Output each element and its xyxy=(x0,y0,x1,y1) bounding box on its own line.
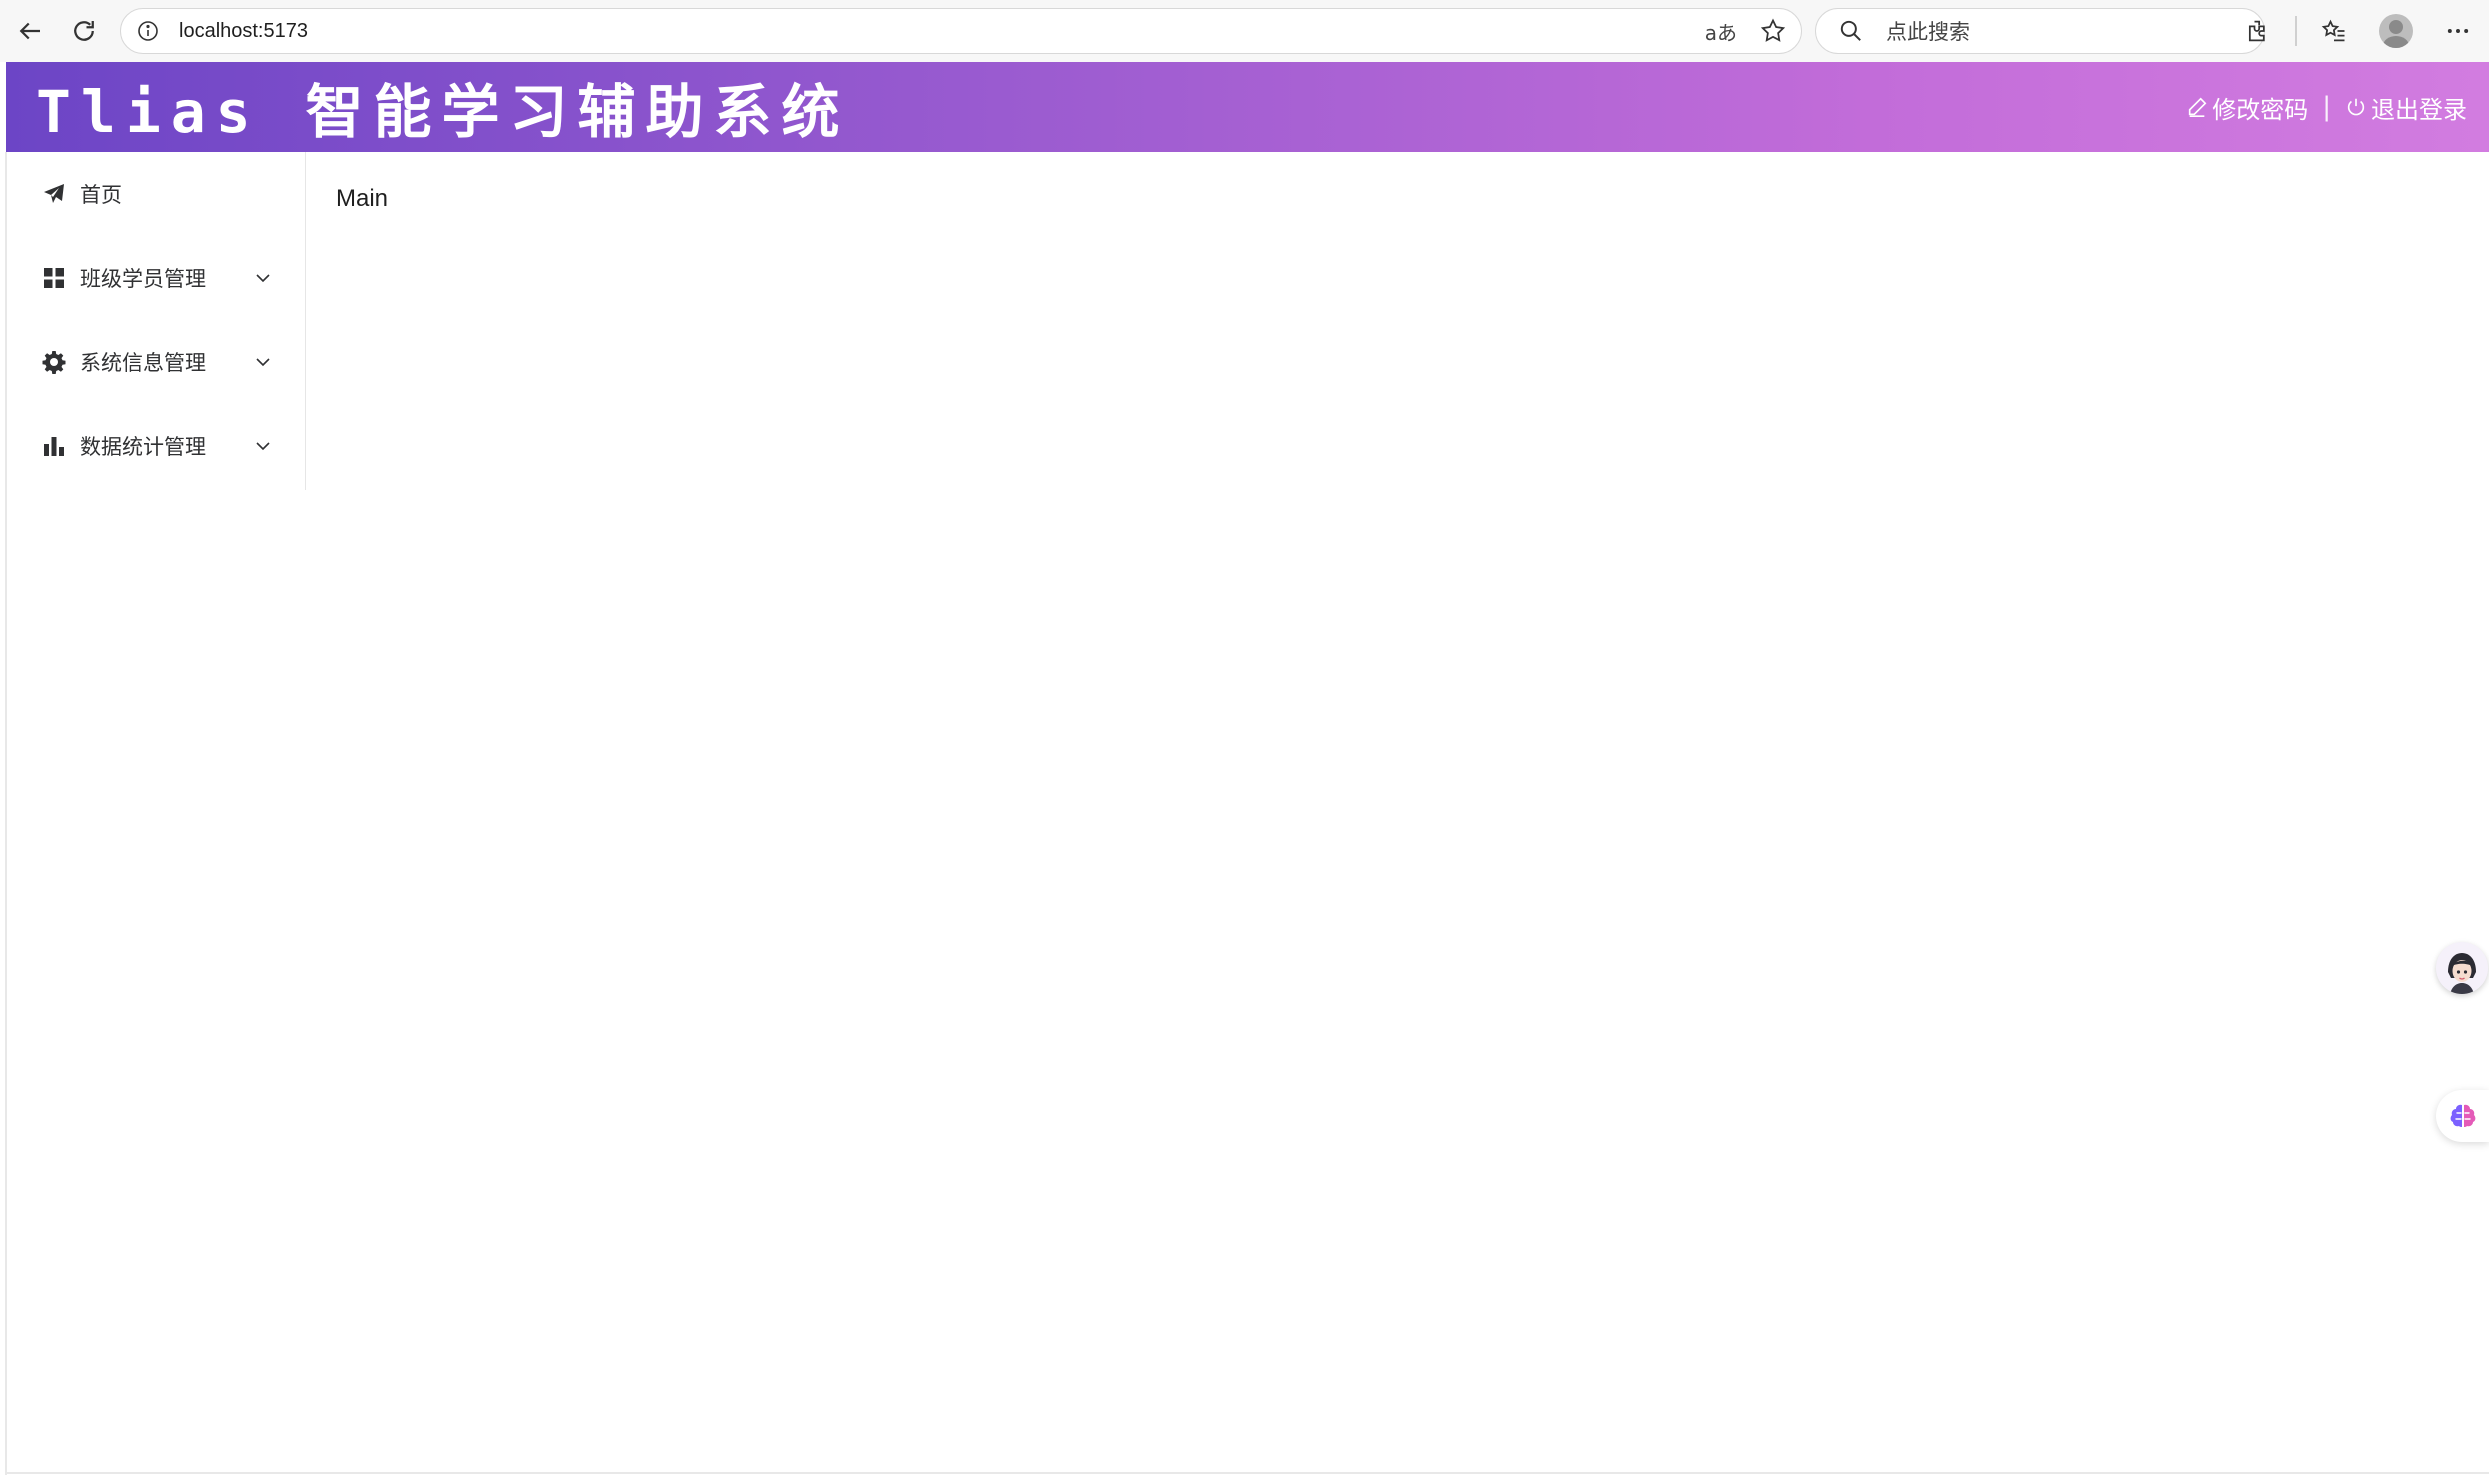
sidebar-item-label: 系统信息管理 xyxy=(80,351,206,375)
app-header: Tlias 智能学习辅助系统 修改密码 | 退出登录 xyxy=(6,62,2489,152)
header-separator: | xyxy=(2322,92,2331,122)
toolbar-divider xyxy=(2295,16,2297,46)
sidebar-item-class-student-management[interactable]: 班级学员管理 xyxy=(6,236,305,320)
extensions-button[interactable] xyxy=(2227,0,2289,62)
sidebar-menu: 首页 班级学员管理 系统信息管理 数据统计管理 xyxy=(6,152,306,490)
assistant-avatar-button[interactable] xyxy=(2436,942,2488,994)
favorites-list-icon xyxy=(2321,19,2345,42)
back-arrow-icon xyxy=(19,22,40,40)
page-border-left xyxy=(5,152,7,1475)
address-url[interactable]: localhost:5173 xyxy=(179,20,308,43)
more-menu-button[interactable] xyxy=(2427,0,2489,62)
more-dots-icon xyxy=(2447,29,2469,33)
profile-avatar xyxy=(2379,14,2413,48)
reload-button[interactable] xyxy=(62,9,106,53)
sidebar-item-label: 首页 xyxy=(80,183,122,207)
reload-icon xyxy=(74,21,94,41)
back-button[interactable] xyxy=(8,9,52,53)
address-bar[interactable]: localhost:5173 aあ xyxy=(120,8,1802,54)
translate-icon[interactable]: aあ xyxy=(1705,17,1737,46)
browser-search-box[interactable]: 点此搜索 xyxy=(1815,8,2265,54)
gear-icon xyxy=(42,350,66,374)
search-icon xyxy=(1840,20,1861,41)
edit-pen-icon xyxy=(2189,97,2207,117)
sidebar-item-label: 数据统计管理 xyxy=(80,435,206,459)
favorite-star-icon[interactable] xyxy=(1759,17,1787,45)
assistant-avatar-icon xyxy=(2436,942,2488,994)
chevron-down-icon xyxy=(256,358,270,367)
main-content-text: Main xyxy=(336,185,389,212)
power-icon xyxy=(2347,98,2365,116)
search-placeholder: 点此搜索 xyxy=(1886,20,1970,44)
sidebar-item-label: 班级学员管理 xyxy=(80,267,206,291)
bar-chart-icon xyxy=(42,434,66,458)
change-password-button[interactable]: 修改密码 xyxy=(2186,90,2308,125)
grid-icon xyxy=(42,266,66,290)
chevron-down-icon xyxy=(256,442,270,451)
ai-brain-button[interactable] xyxy=(2436,1090,2489,1142)
sidebar-item-home[interactable]: 首页 xyxy=(6,152,305,236)
sidebar-item-data-statistics-management[interactable]: 数据统计管理 xyxy=(6,404,305,488)
paper-plane-icon xyxy=(42,182,66,206)
app-title: Tlias 智能学习辅助系统 xyxy=(36,78,850,146)
logout-button[interactable]: 退出登录 xyxy=(2345,90,2467,125)
browser-toolbar: localhost:5173 aあ 点此搜索 xyxy=(0,0,2489,62)
brain-icon xyxy=(2450,1104,2475,1127)
profile-button[interactable] xyxy=(2365,0,2427,62)
favorites-button[interactable] xyxy=(2303,0,2365,62)
chevron-down-icon xyxy=(256,274,270,283)
page-border-bottom xyxy=(5,1472,2489,1474)
change-password-label: 修改密码 xyxy=(2212,95,2309,124)
extensions-icon xyxy=(2248,20,2265,42)
sidebar-item-system-info-management[interactable]: 系统信息管理 xyxy=(6,320,305,404)
logout-label: 退出登录 xyxy=(2371,95,2467,124)
site-info-icon[interactable] xyxy=(135,18,161,44)
